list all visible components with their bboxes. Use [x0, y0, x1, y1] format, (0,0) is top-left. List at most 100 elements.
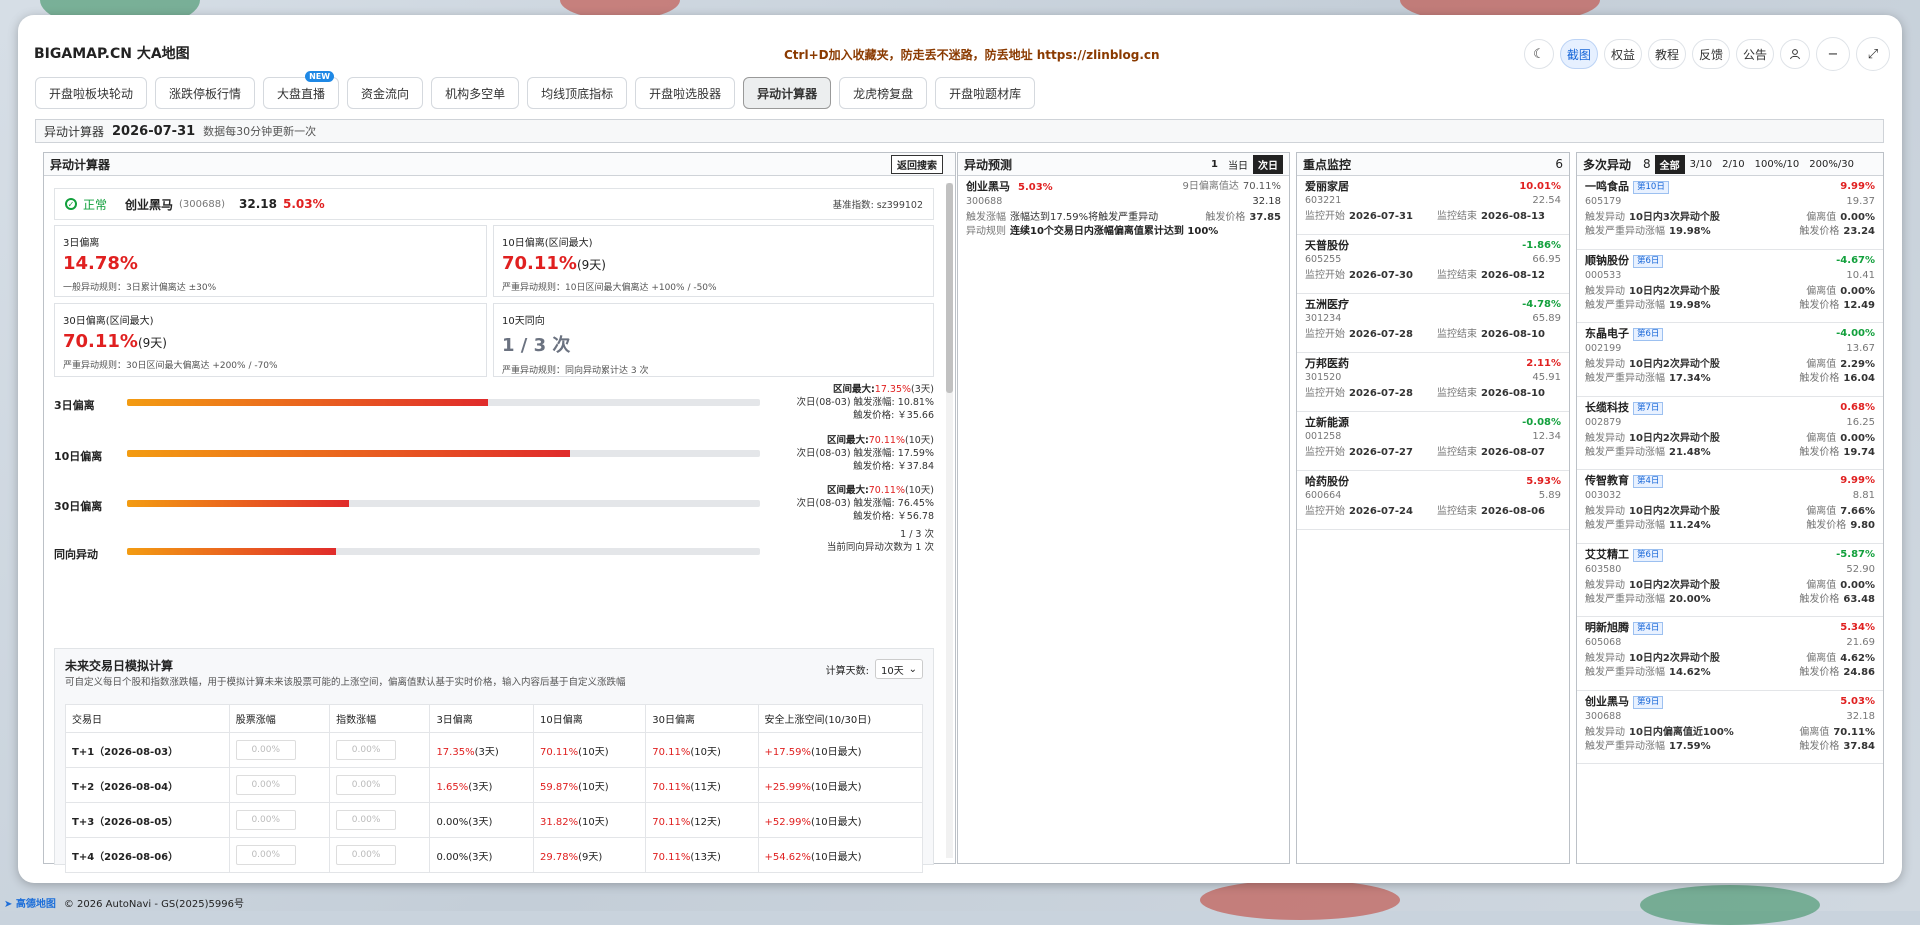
seg-today[interactable]: 当日 — [1223, 155, 1253, 174]
bar-label: 同向异动 — [54, 548, 98, 561]
multi-abnormal-item[interactable]: 顺钠股份 第6日 -4.67% 000533 10.41 触发异动 10日内2次异动个股 偏离… — [1577, 250, 1883, 323]
multi-abnormal-item[interactable]: 传智教育 第4日 9.99% 003032 8.81 触发异动 10日内2次异动个股 偏离值 7… — [1577, 470, 1883, 544]
bar-info: 1 / 3 次当前同向异动次数为 1 次 — [826, 529, 934, 553]
deviation-cell: 70.11%(12天) — [645, 802, 759, 838]
benefits-button[interactable]: 权益 — [1603, 39, 1642, 69]
user-icon[interactable] — [1780, 39, 1810, 69]
column-header: 指数涨幅 — [329, 704, 431, 733]
multi-abnormal-item[interactable]: 创业黑马 第9日 5.03% 300688 32.18 触发异动 10日内偏离值近100% 偏… — [1577, 691, 1883, 764]
filter-2[interactable]: 2/10 — [1717, 157, 1749, 172]
tab-label: 龙虎榜复盘 — [853, 86, 914, 101]
column-header: 交易日 — [65, 704, 230, 733]
metric-label: 3日偏离 — [63, 238, 100, 249]
day-badge: 第6日 — [1633, 328, 1664, 341]
watch-item[interactable]: 天普股份 -1.86% 605255 66.95 监控开始 2026-07-30 监控结束 2… — [1297, 235, 1569, 294]
deviation-cell: 17.35%(3天) — [429, 732, 534, 768]
metric-rule: 严重异动规则：10日区间最大偏离达 +100% / -50% — [502, 283, 717, 293]
stock-change-input[interactable]: 0.00% — [235, 845, 296, 865]
filter-0[interactable]: 全部 — [1654, 154, 1685, 174]
watch-item[interactable]: 立新能源 -0.08% 001258 12.34 监控开始 2026-07-27 监控结束 2… — [1297, 412, 1569, 471]
multi-abnormal-panel: 多次异动 8 全部 3/10 2/10 100%/10 200%/30 一鸣食品 第10日… — [1576, 152, 1884, 864]
data-date: 2026-07-31 — [112, 123, 196, 139]
trade-day: T+3（2026-08-05） — [65, 802, 230, 838]
deviation-bar-row: 30日偏离 区间最大:70.11%(10天) 次日(08-03) 触发涨幅: 76.… — [54, 484, 934, 524]
stock-change: 5.03% — [1018, 182, 1053, 193]
tab-6[interactable]: 开盘啦选股器 — [635, 77, 736, 109]
prediction-item[interactable]: 创业黑马 5.03% 9日偏离值达 70.11% 300688 32.18 触发涨幅 涨幅达到… — [958, 176, 1289, 243]
metric-value: 70.11%(9天) — [63, 331, 167, 352]
watch-item[interactable]: 万邦医药 2.11% 301520 45.91 监控开始 2026-07-28 监控结束 20… — [1297, 353, 1569, 412]
panel-header: 异动预测 1 当日 次日 — [958, 153, 1289, 176]
metric-label: 30日偏离(区间最大) — [63, 316, 154, 327]
column-header: 股票涨幅 — [228, 704, 331, 733]
day-badge: 第6日 — [1633, 548, 1664, 562]
simulation-table: 交易日 股票涨幅 指数涨幅 3日偏离 10日偏离 30日偏离 安全上涨空间(10/30日) … — [65, 704, 923, 873]
panel-title: 重点监控 — [1303, 157, 1352, 172]
tab-2[interactable]: 大盘直播 NEW — [263, 71, 340, 109]
multi-abnormal-item[interactable]: 艾艾精工 第6日 -5.87% 603580 52.90 触发异动 10日内2次异动个股 偏离… — [1577, 544, 1883, 617]
index-change-input[interactable]: 0.00% — [336, 810, 397, 830]
screenshot-button[interactable]: 截图 — [1559, 39, 1598, 69]
filter-3[interactable]: 100%/10 — [1750, 157, 1805, 172]
deviation-cell: 70.11%(10天) — [645, 732, 759, 768]
scrollbar-thumb[interactable] — [946, 183, 953, 393]
announcement-button[interactable]: 公告 — [1735, 39, 1774, 69]
multi-abnormal-item[interactable]: 一鸣食品 第10日 9.99% 605179 19.37 触发异动 10日内3次异动个股 偏离… — [1577, 176, 1883, 250]
tab-0[interactable]: 开盘啦板块轮动 — [35, 77, 148, 109]
progress-bar — [127, 399, 760, 406]
moon-icon[interactable]: ☾ — [1523, 39, 1554, 69]
tab-7[interactable]: 异动计算器 — [743, 77, 832, 109]
calc-days-select[interactable]: 10天 ⌄ — [875, 659, 923, 679]
feedback-button[interactable]: 反馈 — [1691, 39, 1730, 69]
multi-abnormal-item[interactable]: 长缆科技 第7日 0.68% 002879 16.25 触发异动 10日内2次异动个股 偏离值… — [1577, 397, 1883, 470]
index-change-input[interactable]: 0.00% — [336, 740, 397, 760]
bar-info: 区间最大:17.35%(3天) 次日(08-03) 触发涨幅: 10.81% 触发价… — [796, 384, 934, 421]
tab-label: 涨跌停板行情 — [169, 86, 242, 101]
watch-item[interactable]: 哈药股份 5.93% 600664 5.89 监控开始 2026-07-24 监控结束 202… — [1297, 471, 1569, 530]
index-change-input[interactable]: 0.00% — [336, 845, 397, 865]
back-search-button[interactable]: 返回搜索 — [891, 154, 943, 174]
tab-3[interactable]: 资金流向 — [347, 77, 424, 109]
deviation-cell: 59.87%(10天) — [532, 767, 647, 803]
stock-change-input[interactable]: 0.00% — [235, 740, 296, 760]
tab-label: 资金流向 — [361, 86, 410, 101]
progress-fill — [127, 500, 349, 507]
tab-label: 大盘直播 — [277, 86, 326, 101]
multi-abnormal-item[interactable]: 明新旭腾 第4日 5.34% 605068 21.69 触发异动 10日内2次异动个股 偏离值… — [1577, 617, 1883, 691]
map-footer: ➤ 高德地图 © 2026 AutoNavi - GS(2025)5996号 — [0, 893, 244, 911]
watch-item[interactable]: 五洲医疗 -4.78% 301234 65.89 监控开始 2026-07-28 监控结束 2… — [1297, 294, 1569, 353]
fullscreen-icon[interactable]: ⤢ — [1856, 37, 1890, 71]
stock-change-input[interactable]: 0.00% — [235, 775, 296, 795]
new-badge: NEW — [305, 71, 335, 82]
seg-next-day[interactable]: 次日 — [1253, 154, 1283, 174]
stock-code: (300688) — [179, 198, 226, 210]
minimize-icon[interactable]: − — [1816, 37, 1850, 71]
tab-9[interactable]: 开盘啦题材库 — [935, 77, 1036, 109]
watch-item[interactable]: 爱丽家居 10.01% 603221 22.54 监控开始 2026-07-31 监控结束 2… — [1297, 176, 1569, 235]
column-header: 10日偏离 — [532, 704, 647, 733]
tab-label: 机构多空单 — [445, 86, 506, 101]
filter-1[interactable]: 3/10 — [1685, 157, 1717, 172]
stock-name: 创业黑马 — [966, 180, 1010, 193]
tab-5[interactable]: 均线顶底指标 — [527, 77, 628, 109]
index-change-input[interactable]: 0.00% — [336, 775, 397, 795]
tutorial-button[interactable]: 教程 — [1647, 39, 1686, 69]
status-label: 正常 — [83, 197, 108, 212]
tab-1[interactable]: 涨跌停板行情 — [155, 77, 256, 109]
deviation-bar-row: 同向异动 1 / 3 次当前同向异动次数为 1 次 — [54, 528, 934, 568]
sub-header: 异动计算器 2026-07-31 数据每30分钟更新一次 — [35, 119, 1884, 143]
simulation-title: 未来交易日模拟计算 — [65, 659, 174, 673]
metric-rule: 严重异动规则：30日区间最大偏离达 +200% / -70% — [63, 361, 278, 371]
metric-value: 1 / 3 次 — [502, 335, 571, 356]
scrollbar[interactable] — [946, 183, 953, 858]
stock-change-input[interactable]: 0.00% — [235, 810, 296, 830]
tab-label: 开盘啦题材库 — [949, 86, 1022, 101]
tab-4[interactable]: 机构多空单 — [431, 77, 520, 109]
deviation-cell: 70.11%(10天) — [532, 732, 647, 768]
filter-4[interactable]: 200%/30 — [1804, 157, 1859, 172]
update-note: 数据每30分钟更新一次 — [203, 125, 317, 138]
metric-label: 10日偏离(区间最大) — [502, 238, 593, 249]
watch-panel: 重点监控 6 爱丽家居 10.01% 603221 22.54 监控开始 2026-07-… — [1296, 152, 1570, 864]
multi-abnormal-item[interactable]: 东晶电子 第6日 -4.00% 002199 13.67 触发异动 10日内2次异动个股 偏离… — [1577, 323, 1883, 397]
tab-8[interactable]: 龙虎榜复盘 — [839, 77, 928, 109]
